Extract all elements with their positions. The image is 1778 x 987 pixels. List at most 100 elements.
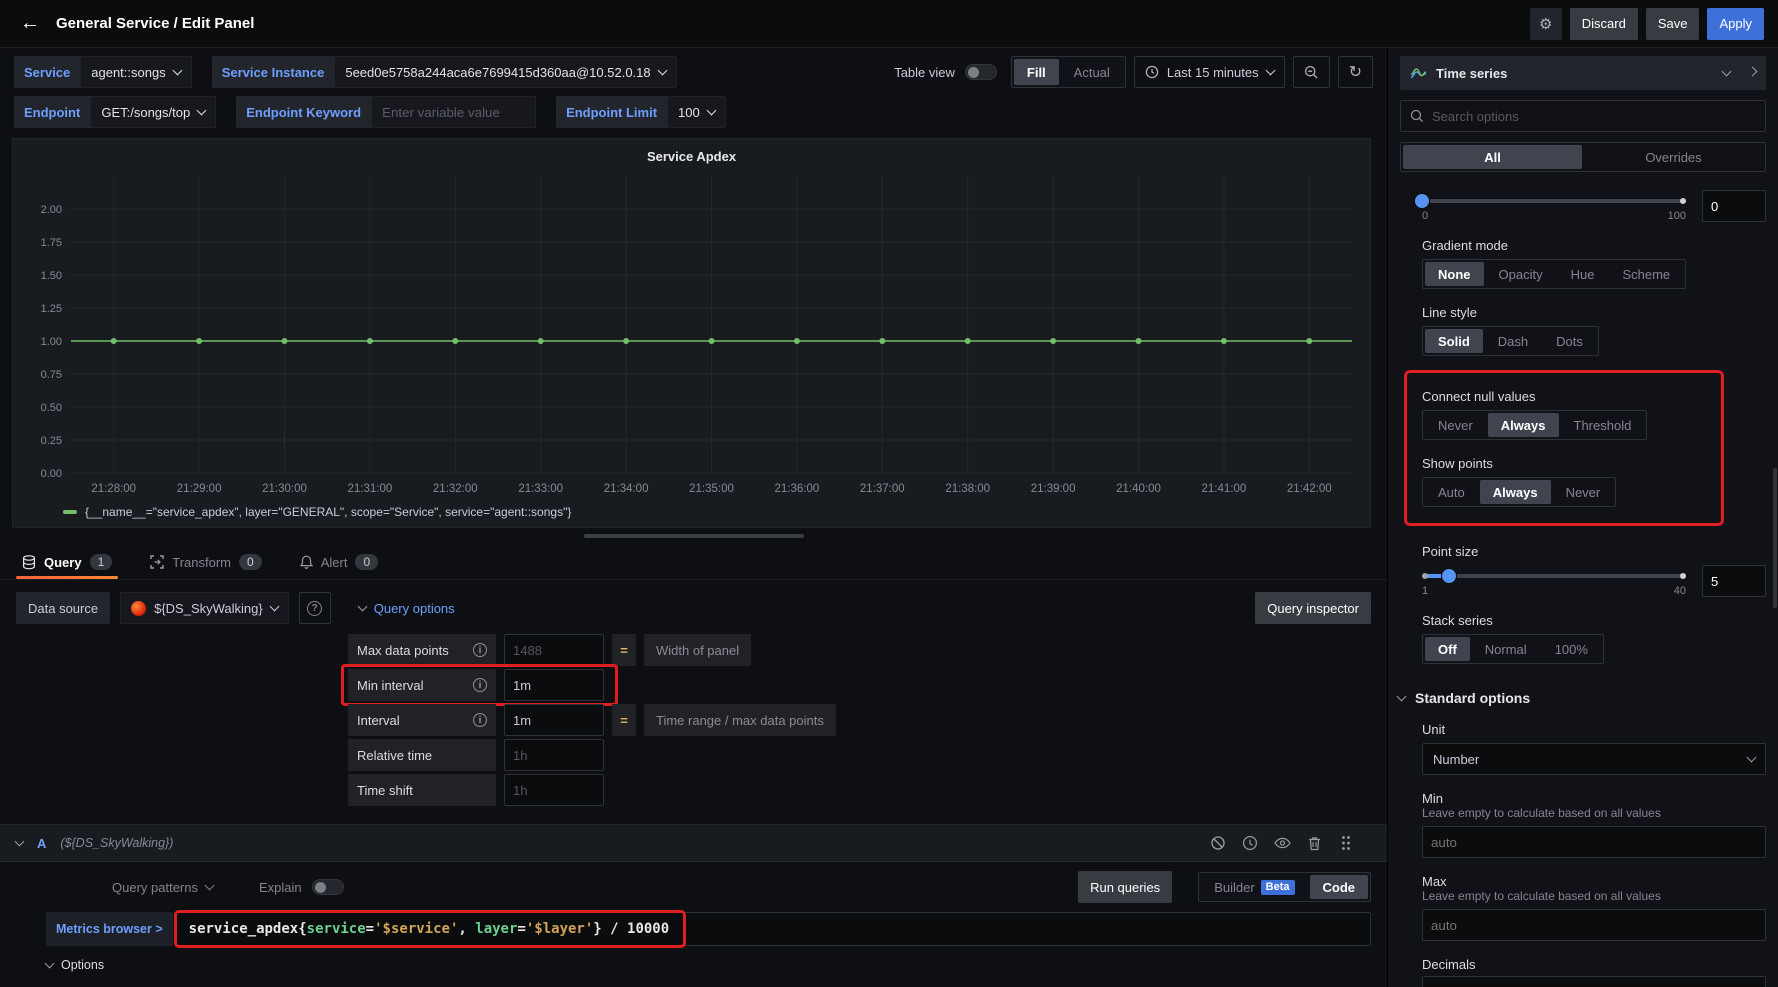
decimals-input[interactable]: [1422, 976, 1766, 987]
history-icon: [1210, 835, 1226, 851]
promql-query-input[interactable]: service_apdex{service='$service', layer=…: [175, 912, 1371, 946]
collapse-query-icon[interactable]: [15, 837, 25, 847]
slider-thumb[interactable]: [1415, 194, 1429, 208]
tab-query[interactable]: Query1: [16, 554, 118, 579]
zoom-out-time-button[interactable]: [1293, 56, 1330, 88]
explain-toggle[interactable]: [312, 879, 344, 895]
save-button[interactable]: Save: [1646, 8, 1700, 40]
apdex-chart-plot[interactable]: 0.000.250.500.751.001.251.501.752.0021:2…: [23, 166, 1360, 503]
run-queries-button[interactable]: Run queries: [1078, 871, 1172, 903]
time-shift-input[interactable]: 1h: [504, 774, 604, 806]
show-points-group-option-always[interactable]: Always: [1480, 480, 1551, 504]
discard-button[interactable]: Discard: [1570, 8, 1638, 40]
query-patterns-dropdown[interactable]: Query patterns: [112, 880, 213, 895]
unit-select[interactable]: Number: [1422, 743, 1766, 775]
gradient-mode-group-option-opacity[interactable]: Opacity: [1486, 262, 1556, 286]
chevron-down-icon: [706, 106, 716, 116]
svg-text:1.00: 1.00: [41, 336, 62, 348]
stack-series-group-option-100-[interactable]: 100%: [1542, 637, 1601, 661]
variable-service-instance-value[interactable]: 5eed0e5758a244aca6e7699415d360aa@10.52.0…: [334, 56, 676, 88]
slider-track[interactable]: [1422, 199, 1686, 203]
query-history-button[interactable]: [1209, 834, 1227, 852]
show-points-group-option-never[interactable]: Never: [1553, 480, 1614, 504]
variable-endpoint-value[interactable]: GET:/songs/top: [90, 96, 216, 128]
slider-min-label: 1: [1422, 585, 1428, 597]
resize-handle[interactable]: [584, 534, 804, 538]
options-tab-group-option-all[interactable]: All: [1403, 145, 1582, 169]
datasource-help-button[interactable]: ?: [299, 592, 331, 624]
magnifier-minus-icon: [1304, 65, 1319, 80]
visualization-picker[interactable]: Time series: [1400, 56, 1766, 90]
help-icon: ?: [307, 601, 322, 616]
metrics-browser-link[interactable]: Metrics browser >: [46, 912, 173, 946]
min-interval-input[interactable]: 1m: [504, 669, 604, 701]
equals-badge: =: [612, 634, 636, 666]
chart-legend-item[interactable]: {__name__="service_apdex", layer="GENERA…: [23, 503, 1360, 519]
drag-dots-icon: [1341, 835, 1351, 851]
gradient-mode-group-option-hue[interactable]: Hue: [1558, 262, 1608, 286]
show-points-label: Show points: [1422, 456, 1707, 471]
point-size-value-input[interactable]: [1702, 565, 1766, 597]
query-options-header[interactable]: Query options: [359, 601, 455, 616]
drag-handle[interactable]: [1337, 834, 1355, 852]
datasource-label: Data source: [16, 592, 110, 624]
line-style-group-option-dots[interactable]: Dots: [1543, 329, 1596, 353]
sidebar-scrollbar[interactable]: [1773, 468, 1777, 608]
datasource-picker[interactable]: ${DS_SkyWalking}: [120, 592, 289, 624]
svg-text:21:37:00: 21:37:00: [860, 483, 905, 495]
time-range-picker[interactable]: Last 15 minutes: [1134, 56, 1285, 88]
options-tab-group-option-overrides[interactable]: Overrides: [1584, 145, 1763, 169]
line-style-group-option-solid[interactable]: Solid: [1425, 329, 1483, 353]
stack-series-group-option-off[interactable]: Off: [1425, 637, 1470, 661]
connect-nulls-group-option-threshold[interactable]: Threshold: [1561, 413, 1645, 437]
query-ref-datasource: (${DS_SkyWalking}): [60, 836, 173, 850]
chevron-down-icon: [269, 602, 279, 612]
relative-time-input[interactable]: 1h: [504, 739, 604, 771]
clock-icon: [1145, 65, 1159, 79]
fill-actual-group-option-actual[interactable]: Actual: [1061, 59, 1123, 85]
fill-opacity-value-input[interactable]: [1702, 190, 1766, 222]
chevron-down-icon: [172, 66, 182, 76]
option-row-max-data-points: Max data pointsi 1488 = Width of panel: [348, 634, 1371, 666]
refresh-button[interactable]: ↻: [1338, 56, 1373, 88]
connect-nulls-group-option-never[interactable]: Never: [1425, 413, 1486, 437]
options-search-input[interactable]: [1432, 109, 1756, 124]
min-label: Min: [1422, 791, 1766, 806]
editor-mode-code[interactable]: Code: [1310, 875, 1369, 899]
gradient-mode-group-option-none[interactable]: None: [1425, 262, 1484, 286]
gradient-mode-group-option-scheme[interactable]: Scheme: [1609, 262, 1683, 286]
delete-query-button[interactable]: [1305, 834, 1323, 852]
duplicate-query-button[interactable]: [1241, 834, 1259, 852]
query-options-collapse[interactable]: Options: [46, 958, 1371, 972]
line-style-group-option-dash[interactable]: Dash: [1485, 329, 1541, 353]
query-inspector-button[interactable]: Query inspector: [1255, 592, 1371, 624]
standard-options-section-header[interactable]: Standard options: [1398, 690, 1766, 706]
show-points-group-option-auto[interactable]: Auto: [1425, 480, 1478, 504]
stack-series-group-option-normal[interactable]: Normal: [1472, 637, 1540, 661]
disable-query-button[interactable]: [1273, 834, 1291, 852]
back-arrow-icon[interactable]: ←: [14, 8, 46, 40]
editor-mode-builder[interactable]: Builder Beta: [1201, 875, 1307, 899]
connect-nulls-group-option-always[interactable]: Always: [1488, 413, 1559, 437]
variable-endpoint-limit-value[interactable]: 100: [667, 96, 726, 128]
max-data-points-input[interactable]: 1488: [504, 634, 604, 666]
endpoint-keyword-input[interactable]: [371, 96, 536, 128]
interval-input[interactable]: 1m: [504, 704, 604, 736]
variable-service-value[interactable]: agent::songs: [80, 56, 191, 88]
copy-icon: [1242, 835, 1258, 851]
variable-service-label: Service: [14, 56, 80, 88]
variable-endpoint-label: Endpoint: [14, 96, 90, 128]
fill-actual-group-option-fill[interactable]: Fill: [1014, 59, 1059, 85]
min-input[interactable]: [1422, 826, 1766, 858]
slider-thumb[interactable]: [1442, 569, 1456, 583]
tab-transform[interactable]: Transform0: [144, 554, 267, 579]
slider-track[interactable]: [1422, 574, 1686, 578]
options-search[interactable]: [1400, 100, 1766, 132]
annotation-query-highlight: service_apdex{service='$service', layer=…: [174, 910, 687, 948]
tab-alert[interactable]: Alert0: [294, 554, 384, 579]
promql-query-text: service_apdex{service='$service', layer=…: [189, 921, 670, 937]
max-input[interactable]: [1422, 909, 1766, 941]
table-view-toggle[interactable]: [965, 64, 997, 80]
apply-button[interactable]: Apply: [1707, 8, 1764, 40]
panel-settings-button[interactable]: ⚙: [1530, 8, 1562, 40]
